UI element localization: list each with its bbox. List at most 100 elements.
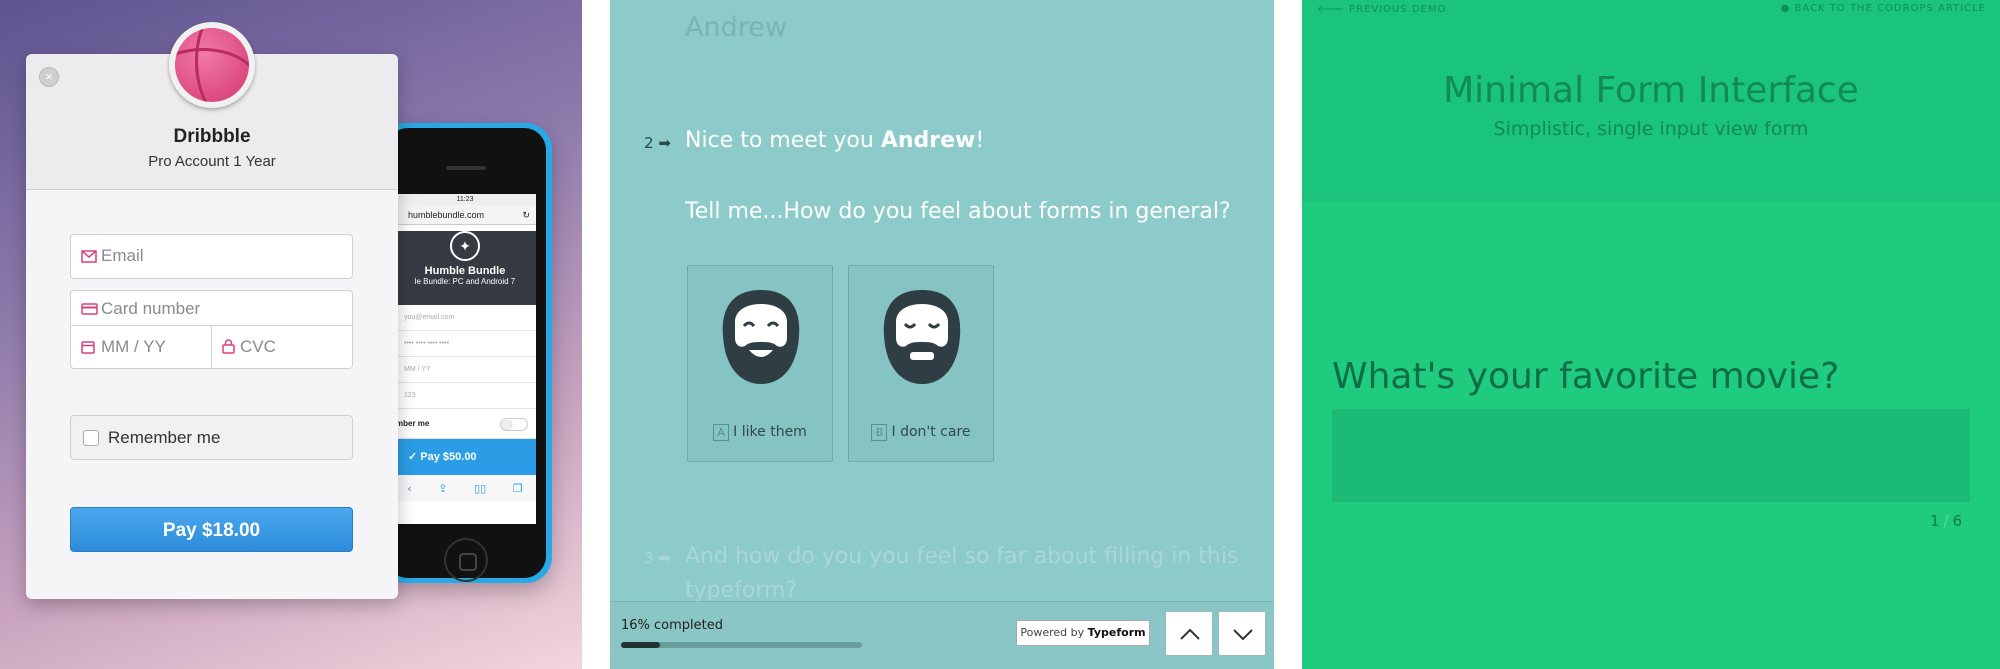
chevron-down-icon — [1233, 629, 1253, 641]
progress-text: 16% completed — [621, 618, 724, 633]
previous-demo-text: PREVIOUS DEMO — [1349, 4, 1447, 15]
phone-email-field[interactable]: you@email.com — [394, 305, 536, 331]
humble-logo-icon: ✦ — [450, 231, 480, 261]
powered-by-badge[interactable]: Powered by Typeform — [1016, 620, 1150, 646]
phone-remember-label: mber me — [396, 419, 430, 428]
arrow-right-icon: ➡ — [658, 549, 671, 567]
page-subtitle: Simplistic, single input view form — [1493, 118, 1809, 140]
phone-screen: 11:23 humblebundle.com ↻ ✦ Humble Bundle… — [394, 194, 536, 524]
lock-icon — [222, 339, 235, 354]
counter-total: 6 — [1952, 512, 1963, 530]
phone-subtitle: le Bundle: PC and Android 7 — [414, 277, 516, 286]
reload-icon[interactable]: ↻ — [522, 205, 530, 225]
question-2-line2: Tell me...How do you feel about forms in… — [685, 199, 1231, 224]
neutral-face-icon — [883, 290, 961, 384]
phone-url: humblebundle.com — [408, 210, 485, 220]
happy-face-icon — [722, 290, 800, 384]
expiry-field[interactable]: MM / YY — [71, 326, 212, 369]
choice-b[interactable]: BI don't care — [848, 265, 994, 462]
answer-input[interactable] — [1332, 409, 1970, 502]
question-3-text: And how do you you feel so far about fil… — [685, 544, 1239, 603]
progress-fill — [621, 642, 660, 648]
choice-b-label: BI don't care — [849, 424, 993, 441]
back-icon[interactable]: ‹ — [407, 482, 411, 495]
phone-remember-toggle[interactable] — [500, 418, 528, 431]
remember-me-row[interactable]: Remember me — [70, 415, 353, 460]
powered-prefix: Powered by — [1020, 626, 1088, 639]
question-counter: 1/6 — [1930, 512, 1962, 530]
drop-icon: ● — [1780, 3, 1791, 14]
mail-icon — [81, 250, 97, 263]
checkout-brand: Dribbble — [173, 126, 251, 147]
email-field[interactable]: Email — [70, 234, 353, 279]
arrow-left-icon: 🡐 — [1317, 4, 1345, 15]
minimal-form-panel: 🡐 PREVIOUS DEMO ● BACK TO THE CODROPS AR… — [1302, 0, 2000, 669]
pay-button[interactable]: Pay $18.00 — [70, 507, 353, 552]
card-number-placeholder: Card number — [101, 299, 201, 318]
phone-remember-row: mber me — [394, 409, 536, 439]
q3-number-text: 3 — [644, 549, 654, 567]
share-icon[interactable]: ⇪ — [438, 482, 447, 495]
phone-pay-label: Pay $50.00 — [420, 451, 477, 463]
counter-current: 1 — [1930, 512, 1940, 530]
previous-answer: Andrew — [685, 12, 787, 43]
close-icon[interactable]: × — [39, 67, 59, 87]
arrow-right-icon: ➡ — [658, 134, 671, 152]
phone-speaker — [446, 166, 486, 170]
checkout-panel: 11:23 humblebundle.com ↻ ✦ Humble Bundle… — [0, 0, 582, 669]
back-to-article-text: BACK TO THE CODROPS ARTICLE — [1794, 3, 1986, 14]
q2-number-text: 2 — [644, 134, 654, 152]
choice-a[interactable]: AI like them — [687, 265, 833, 462]
question-label: What's your favorite movie? — [1332, 356, 1840, 397]
page-title: Minimal Form Interface — [1443, 70, 1859, 111]
counter-separator: / — [1943, 512, 1949, 530]
phone-cvc-field[interactable]: 123 — [394, 383, 536, 409]
remember-checkbox[interactable] — [83, 430, 99, 446]
back-to-article-link[interactable]: ● BACK TO THE CODROPS ARTICLE — [1781, 3, 1986, 14]
card-number-field[interactable]: Card number — [71, 291, 352, 326]
question-2-number: 2 ➡ — [644, 134, 671, 152]
phone-status-time: 11:23 — [394, 194, 536, 205]
question-3-number: 3 ➡ — [644, 549, 671, 567]
checkout-subtitle: Pro Account 1 Year — [148, 153, 276, 170]
phone-toolbar: ‹ ⇪ ▯▯ ❐ — [394, 475, 536, 501]
credit-card-icon — [81, 303, 98, 315]
remember-label: Remember me — [108, 428, 221, 447]
choice-a-key: A — [713, 424, 730, 441]
phone-header: ✦ Humble Bundle le Bundle: PC and Androi… — [394, 231, 536, 305]
previous-demo-link[interactable]: 🡐 PREVIOUS DEMO — [1317, 3, 1446, 15]
q2-name: Andrew — [880, 128, 976, 153]
question-2-line1: Nice to meet you Andrew! — [685, 128, 984, 153]
bookmarks-icon[interactable]: ▯▯ — [474, 482, 486, 495]
expiry-placeholder: MM / YY — [101, 337, 166, 356]
typeform-footer: 16% completed Powered by Typeform — [610, 601, 1274, 669]
typeform-panel: Andrew 2 ➡ Nice to meet you Andrew! Tell… — [610, 0, 1274, 669]
cvc-field[interactable]: CVC — [212, 326, 353, 369]
dribbble-logo-icon — [175, 28, 249, 102]
powered-brand: Typeform — [1087, 626, 1146, 639]
email-placeholder: Email — [101, 246, 144, 265]
calendar-icon — [81, 341, 95, 354]
tabs-icon[interactable]: ❐ — [513, 482, 523, 495]
q2-post: ! — [975, 128, 985, 153]
nav-down-button[interactable] — [1218, 611, 1266, 656]
phone-expiry-field[interactable]: MM / YY — [394, 357, 536, 383]
checkout-card: Dribbble Pro Account 1 Year × Email Card… — [26, 54, 398, 599]
minimal-form-header: 🡐 PREVIOUS DEMO ● BACK TO THE CODROPS AR… — [1302, 0, 2000, 202]
progress-bar — [621, 642, 862, 648]
card-fieldset: Card number MM / YY CVC — [70, 290, 353, 369]
choice-a-text: I like them — [733, 424, 807, 440]
dribbble-avatar — [169, 22, 255, 108]
phone-home-button[interactable] — [444, 538, 488, 582]
cvc-placeholder: CVC — [240, 337, 276, 356]
nav-up-button[interactable] — [1165, 611, 1213, 656]
phone-title: Humble Bundle — [424, 265, 506, 277]
phone-mockup: 11:23 humblebundle.com ↻ ✦ Humble Bundle… — [380, 123, 552, 583]
chevron-up-icon — [1180, 628, 1200, 640]
choice-a-label: AI like them — [688, 424, 832, 441]
phone-url-bar[interactable]: humblebundle.com ↻ — [394, 205, 536, 225]
phone-pay-button[interactable]: ✓ Pay $50.00 — [394, 439, 536, 475]
q2-pre: Nice to meet you — [685, 128, 881, 153]
phone-card-field[interactable]: •••• •••• •••• •••• — [394, 331, 536, 357]
choice-b-text: I don't care — [891, 424, 971, 440]
